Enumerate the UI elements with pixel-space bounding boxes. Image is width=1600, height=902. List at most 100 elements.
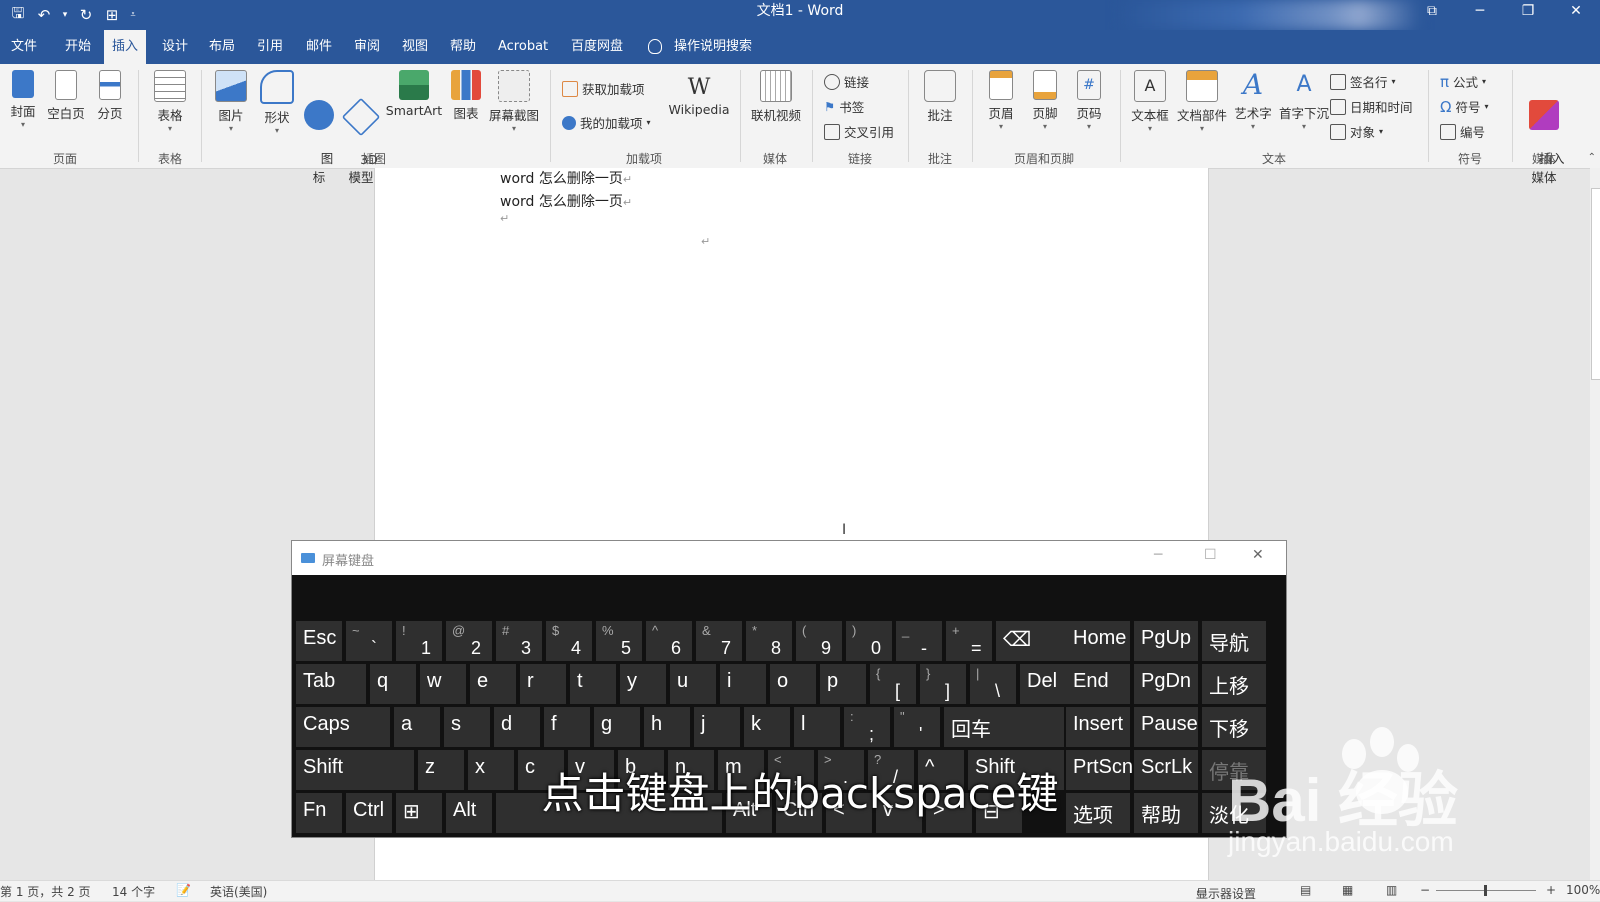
key-⌫[interactable]: ⌫	[996, 621, 1066, 661]
key-;[interactable]: :;	[844, 707, 890, 747]
key-=[interactable]: + =	[946, 621, 992, 661]
key-4[interactable]: $4	[546, 621, 592, 661]
key-8[interactable]: * 8	[746, 621, 792, 661]
zoom-slider-thumb[interactable]	[1484, 885, 1487, 896]
cross-reference-button[interactable]: 交叉引用	[824, 122, 894, 141]
number-button[interactable]: 编号	[1440, 122, 1485, 141]
quick-parts-button[interactable]: 文档部件 ▾	[1176, 70, 1228, 134]
word-count[interactable]: 14 个字	[112, 883, 155, 900]
key-p[interactable]: p	[820, 664, 866, 704]
tab-acrobat[interactable]: Acrobat	[498, 30, 548, 64]
minimize-icon[interactable]: ─	[1154, 547, 1162, 563]
header-button[interactable]: 页眉 ▾	[986, 70, 1016, 132]
date-time-button[interactable]: 日期和时间	[1330, 97, 1413, 116]
key-l[interactable]: l	[794, 707, 840, 747]
footer-button[interactable]: 页脚 ▾	[1030, 70, 1060, 132]
my-addins-button[interactable]: 我的加载项 ▾	[562, 113, 651, 132]
key-k[interactable]: k	[744, 707, 790, 747]
print-layout-icon[interactable]: ▦	[1342, 883, 1353, 897]
close-icon[interactable]: ✕	[1552, 0, 1600, 30]
blank-page-button[interactable]: 空白页	[46, 70, 86, 122]
symbol-button[interactable]: Ω 符号 ▾	[1440, 97, 1489, 116]
osk-title-bar[interactable]: 屏幕键盘 ─ ☐ ✕	[292, 541, 1286, 575]
key-Home[interactable]: Home	[1066, 621, 1130, 661]
page-count[interactable]: 第 1 页，共 2 页	[0, 883, 91, 900]
tab-layout[interactable]: 布局	[209, 30, 235, 64]
key-Insert[interactable]: Insert	[1066, 707, 1130, 747]
key-w[interactable]: w	[420, 664, 466, 704]
key-End[interactable]: End	[1066, 664, 1130, 704]
zoom-level[interactable]: 100%	[1566, 883, 1600, 897]
signature-line-button[interactable]: 签名行 ▾	[1330, 72, 1396, 91]
tab-baidu-netdisk[interactable]: 百度网盘	[571, 30, 623, 64]
page-break-button[interactable]: 分页	[94, 70, 126, 122]
key-7[interactable]: & 7	[696, 621, 742, 661]
language[interactable]: 英语(美国)	[210, 883, 267, 900]
key-y[interactable]: y	[620, 664, 666, 704]
key-5[interactable]: % 5	[596, 621, 642, 661]
key-s[interactable]: s	[444, 707, 490, 747]
key-3[interactable]: #3	[496, 621, 542, 661]
key-h[interactable]: h	[644, 707, 690, 747]
key-g[interactable]: g	[594, 707, 640, 747]
tab-mailings[interactable]: 邮件	[306, 30, 332, 64]
wordart-button[interactable]: A 艺术字 ▾	[1232, 70, 1274, 132]
key-[[interactable]: {[	[870, 664, 916, 704]
tab-design[interactable]: 设计	[162, 30, 188, 64]
key-导航[interactable]: 导航	[1202, 621, 1266, 661]
3d-models-button[interactable]: 3D 模型	[341, 70, 381, 186]
tab-home[interactable]: 开始	[65, 30, 91, 64]
drop-cap-button[interactable]: A 首字下沉 ▾	[1278, 70, 1330, 132]
key-r[interactable]: r	[520, 664, 566, 704]
tab-insert[interactable]: 插入	[104, 30, 147, 64]
table-button[interactable]: 表格 ▾	[152, 70, 188, 134]
equation-button[interactable]: π 公式 ▾	[1440, 72, 1486, 91]
document-line[interactable]: word 怎么删除一页↵	[500, 191, 632, 211]
maximize-icon[interactable]: ☐	[1204, 547, 1217, 563]
key-上移[interactable]: 上移	[1202, 664, 1266, 704]
shapes-button[interactable]: 形状 ▾	[260, 70, 294, 136]
restore-icon[interactable]: ❐	[1504, 0, 1552, 30]
key-`[interactable]: ~ `	[346, 621, 392, 661]
document-line[interactable]: word 怎么删除一页↵	[500, 168, 632, 188]
tab-help[interactable]: 帮助	[450, 30, 476, 64]
web-layout-icon[interactable]: ▥	[1386, 883, 1397, 897]
key-0[interactable]: ) 0	[846, 621, 892, 661]
key-2[interactable]: @2	[446, 621, 492, 661]
key-PgUp[interactable]: PgUp	[1134, 621, 1198, 661]
key-a[interactable]: a	[394, 707, 440, 747]
proofing-icon[interactable]: 📝	[176, 883, 191, 897]
key-'[interactable]: " '	[894, 707, 940, 747]
collapse-ribbon-icon[interactable]: ⌃	[1588, 152, 1596, 163]
key-Del[interactable]: Del	[1020, 664, 1066, 704]
icons-button[interactable]: 图 标	[302, 70, 336, 186]
key-6[interactable]: ^ 6	[646, 621, 692, 661]
minimize-icon[interactable]: ─	[1456, 0, 1504, 30]
key-q[interactable]: q	[370, 664, 416, 704]
online-video-button[interactable]: 联机视频	[748, 70, 804, 124]
tab-view[interactable]: 视图	[402, 30, 428, 64]
tab-references[interactable]: 引用	[257, 30, 283, 64]
tell-me-search[interactable]: 操作说明搜索	[674, 30, 752, 64]
key-\[interactable]: | \	[970, 664, 1016, 704]
key-f[interactable]: f	[544, 707, 590, 747]
key-e[interactable]: e	[470, 664, 516, 704]
key-t[interactable]: t	[570, 664, 616, 704]
key-9[interactable]: (9	[796, 621, 842, 661]
scrollbar-thumb[interactable]	[1591, 188, 1600, 380]
bookmark-button[interactable]: ⚑ 书签	[824, 97, 864, 116]
insert-media-button[interactable]: 插入 媒体	[1522, 70, 1566, 186]
tab-review[interactable]: 审阅	[354, 30, 380, 64]
get-addins-button[interactable]: 获取加载项	[562, 79, 645, 98]
key-Caps[interactable]: Caps	[296, 707, 390, 747]
zoom-in-icon[interactable]: +	[1546, 883, 1556, 897]
key-PgDn[interactable]: PgDn	[1134, 664, 1198, 704]
smartart-button[interactable]: SmartArt	[384, 70, 444, 118]
key-u[interactable]: u	[670, 664, 716, 704]
key-o[interactable]: o	[770, 664, 816, 704]
key-Tab[interactable]: Tab	[296, 664, 366, 704]
close-icon[interactable]: ✕	[1252, 547, 1264, 563]
chart-button[interactable]: 图表	[450, 70, 482, 122]
key-Pause[interactable]: Pause	[1134, 707, 1198, 747]
key-回车[interactable]: 回车	[944, 707, 1064, 747]
